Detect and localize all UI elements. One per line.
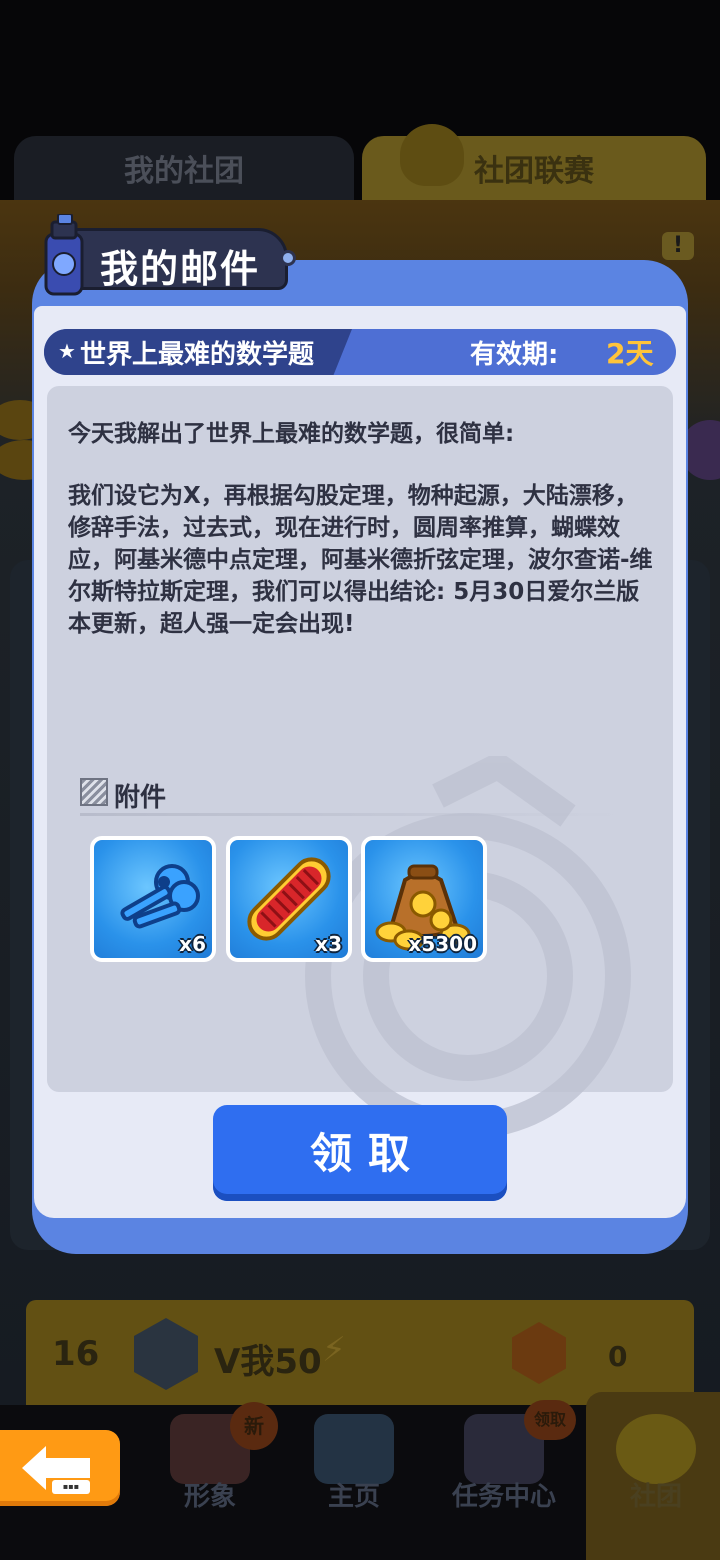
item-count: x3 <box>315 932 342 956</box>
club-mascot-icon <box>616 1414 696 1484</box>
item-count: x6 <box>179 932 206 956</box>
club-rank: 16 <box>52 1334 100 1374</box>
attachment-item-keys[interactable]: x6 <box>90 836 216 962</box>
claim-button[interactable]: 领取 <box>213 1105 507 1201</box>
spray-can-icon <box>44 214 84 296</box>
brand-tag: ▪▪▪ <box>52 1480 90 1494</box>
nav-item-club[interactable]: 社团 <box>596 1410 716 1520</box>
nav-item-home[interactable]: 主页 <box>294 1410 414 1520</box>
mail-body: 今天我解出了世界上最难的数学题，很简单: 我们设它为X，再根据勾股定理，物种起源… <box>68 418 656 640</box>
claim-button-label: 领取 <box>309 1128 426 1178</box>
nav-item-avatar[interactable]: 形象 新 <box>150 1402 278 1520</box>
validity-label: 有效期: <box>470 340 559 370</box>
nav-item-tasks[interactable]: 任务中心 领取 <box>444 1400 576 1520</box>
validity-value: 2天 <box>606 337 654 370</box>
mail-body-line: 我们设它为X，再根据勾股定理，物种起源，大陆漂移，修辞手法，过去式，现在进行时，… <box>68 483 653 637</box>
attachment-item-coins[interactable]: x5300 <box>361 836 487 962</box>
attachments-label: 附件 <box>114 783 167 813</box>
item-count: x5300 <box>408 932 477 956</box>
star-icon: ★ <box>58 339 76 363</box>
nav-label: 任务中心 <box>451 1482 556 1512</box>
nav-label: 社团 <box>629 1482 682 1512</box>
tab-my-club[interactable]: 我的社团 <box>14 136 354 200</box>
lightning-icon: ⚡ <box>322 1330 346 1370</box>
attachment-icon <box>80 778 108 806</box>
new-badge: 新 <box>230 1402 278 1450</box>
mail-body-line: 今天我解出了世界上最难的数学题，很简单: <box>68 421 515 447</box>
attachment-item-hoverboard[interactable]: x3 <box>226 836 352 962</box>
back-button[interactable]: ▪▪▪ <box>0 1430 120 1506</box>
alert-icon[interactable]: ! <box>662 232 694 260</box>
trophy-icon <box>400 124 464 186</box>
nav-label: 主页 <box>327 1482 380 1512</box>
nav-label: 形象 <box>183 1482 236 1512</box>
dialog-title: 我的邮件 <box>100 247 261 291</box>
attachments-divider <box>80 813 620 816</box>
club-points: 0 <box>608 1340 628 1373</box>
title-tab-dot <box>280 250 296 266</box>
club-name: V我50 <box>214 1342 322 1382</box>
mail-subject: 世界上最难的数学题 <box>80 340 315 370</box>
map-icon <box>314 1414 394 1484</box>
claim-badge: 领取 <box>524 1400 576 1440</box>
